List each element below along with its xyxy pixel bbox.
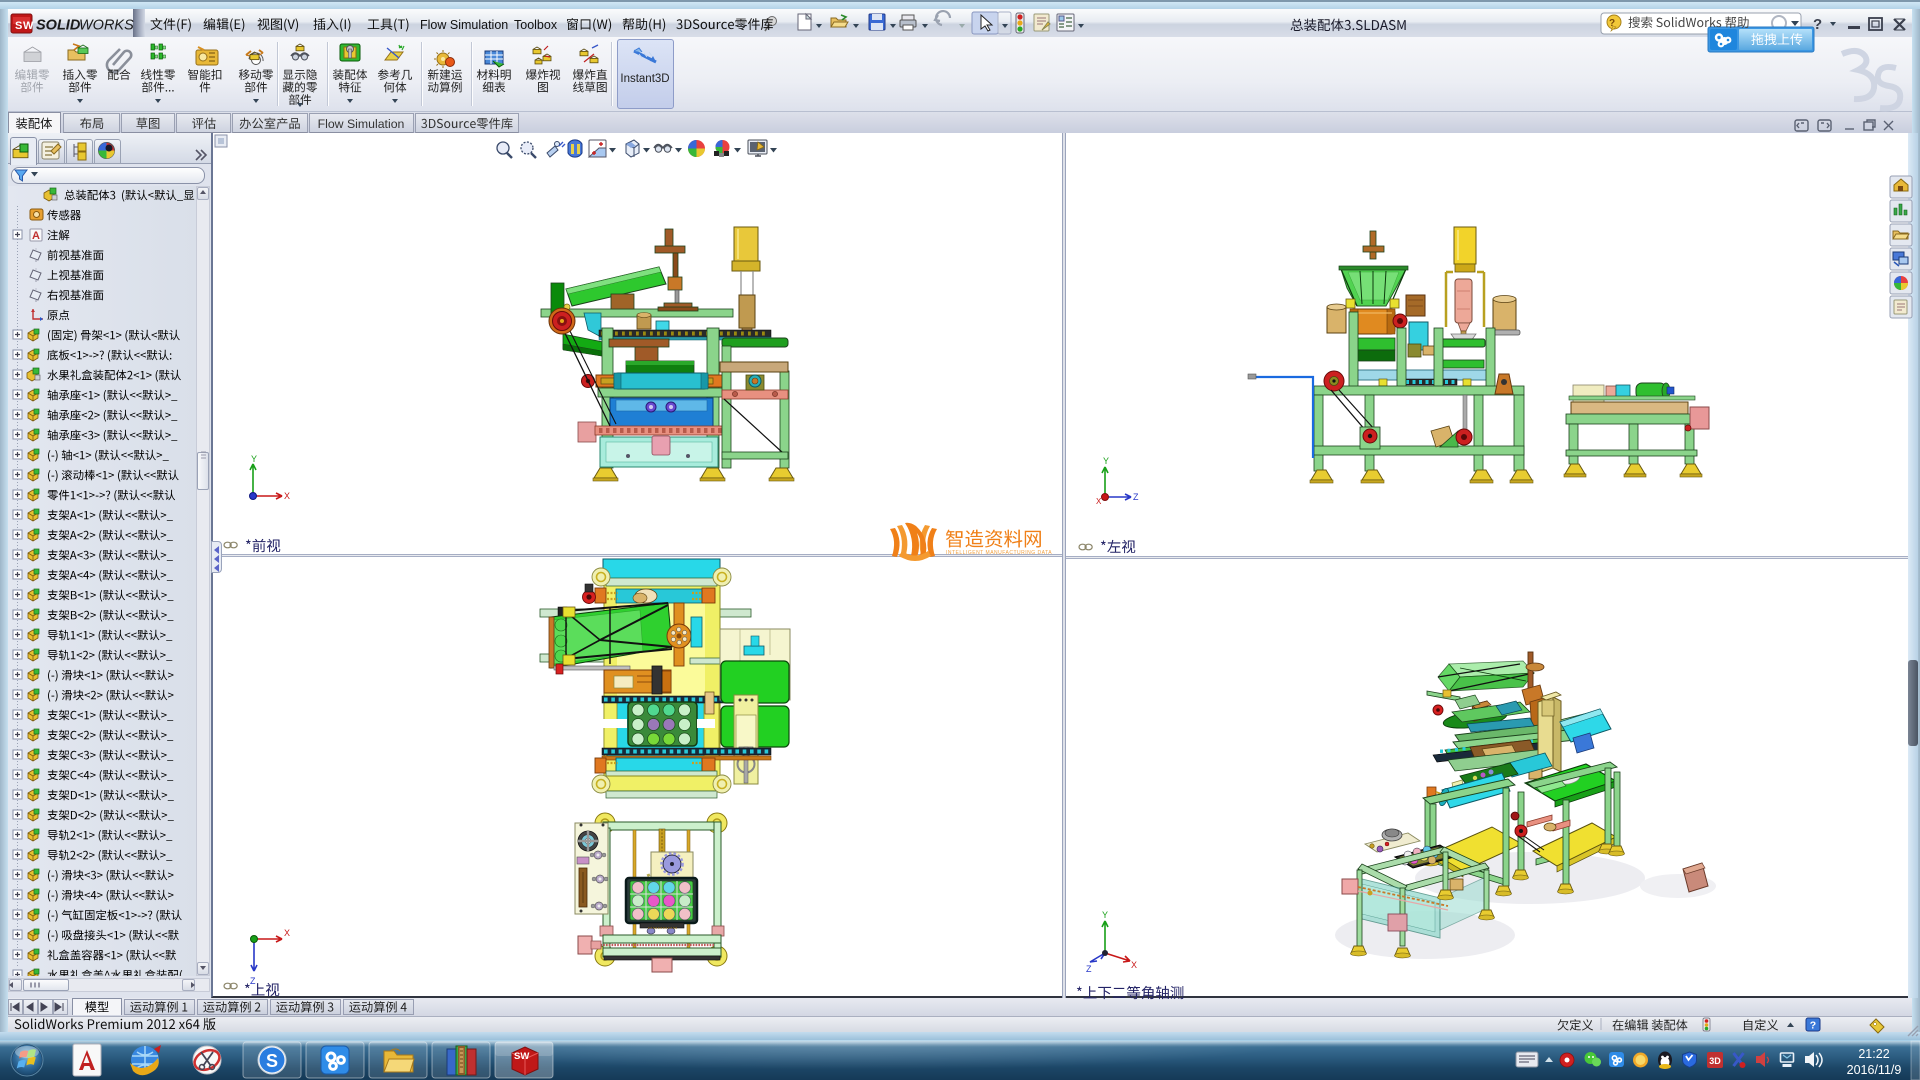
svg-text:X: X xyxy=(284,928,290,938)
svg-text:A: A xyxy=(32,230,40,242)
svg-text:SOLID: SOLID xyxy=(36,18,81,34)
svg-text:?: ? xyxy=(1810,1020,1816,1032)
svg-text:SW: SW xyxy=(514,1051,529,1062)
svg-text:Instant3D: Instant3D xyxy=(620,73,669,85)
svg-text:Flow Simulation: Flow Simulation xyxy=(420,18,508,32)
svg-text:Y: Y xyxy=(1102,910,1108,920)
svg-text:W: W xyxy=(23,20,34,32)
svg-text:S: S xyxy=(266,1051,278,1071)
svg-text:INTELLIGENT MANUFACTURING DATA: INTELLIGENT MANUFACTURING DATA xyxy=(946,550,1052,556)
svg-text:Z: Z xyxy=(1086,964,1092,974)
svg-text:Z: Z xyxy=(1133,492,1139,502)
svg-text:Y: Y xyxy=(1103,456,1109,466)
svg-text:Toolbox: Toolbox xyxy=(514,18,558,32)
svg-text:X: X xyxy=(284,491,290,501)
svg-text:?: ? xyxy=(1609,18,1615,29)
svg-text:3D: 3D xyxy=(1709,1056,1721,1066)
svg-text:Z: Z xyxy=(250,976,256,986)
svg-text:WORKS: WORKS xyxy=(79,18,134,34)
svg-text:X: X xyxy=(1131,960,1137,970)
svg-text:Flow Simulation: Flow Simulation xyxy=(318,117,405,131)
svg-text:Y: Y xyxy=(251,454,257,464)
svg-text:2016/11/9: 2016/11/9 xyxy=(1847,1063,1902,1077)
svg-text:21:22: 21:22 xyxy=(1858,1047,1889,1061)
svg-text:X: X xyxy=(1096,497,1102,506)
svg-text:S: S xyxy=(15,20,22,32)
